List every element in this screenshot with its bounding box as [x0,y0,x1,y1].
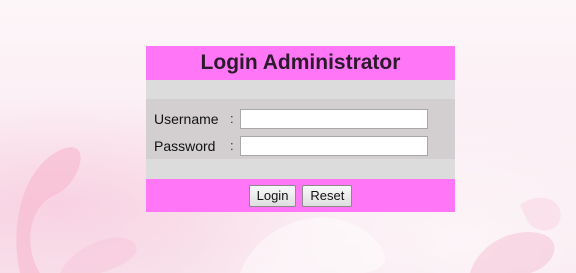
spacer-row-bottom [146,159,455,179]
reset-button[interactable]: Reset [302,184,353,207]
swirl-decoration-left [16,147,81,273]
login-button[interactable]: Login [248,184,297,207]
spacer-row-top [146,80,455,99]
username-colon: : [230,111,234,126]
white-flourish [240,217,386,273]
username-label: Username [154,110,219,127]
swirl-decoration-left-2 [60,237,137,273]
username-row: Username : [146,107,455,130]
swirl-decoration-right [470,231,555,273]
password-input[interactable] [240,135,428,156]
login-title: Login Administrator [200,51,401,74]
login-form: Username : Password : [146,99,455,159]
swirl-decoration-right-2 [520,197,561,231]
password-row: Password : [146,134,455,157]
password-colon: : [230,138,234,153]
login-panel: Login Administrator Username : Password … [146,46,455,212]
username-input[interactable] [240,108,428,129]
login-header: Login Administrator [146,46,455,80]
button-bar: Login Reset [146,179,455,212]
password-label: Password [154,137,216,154]
